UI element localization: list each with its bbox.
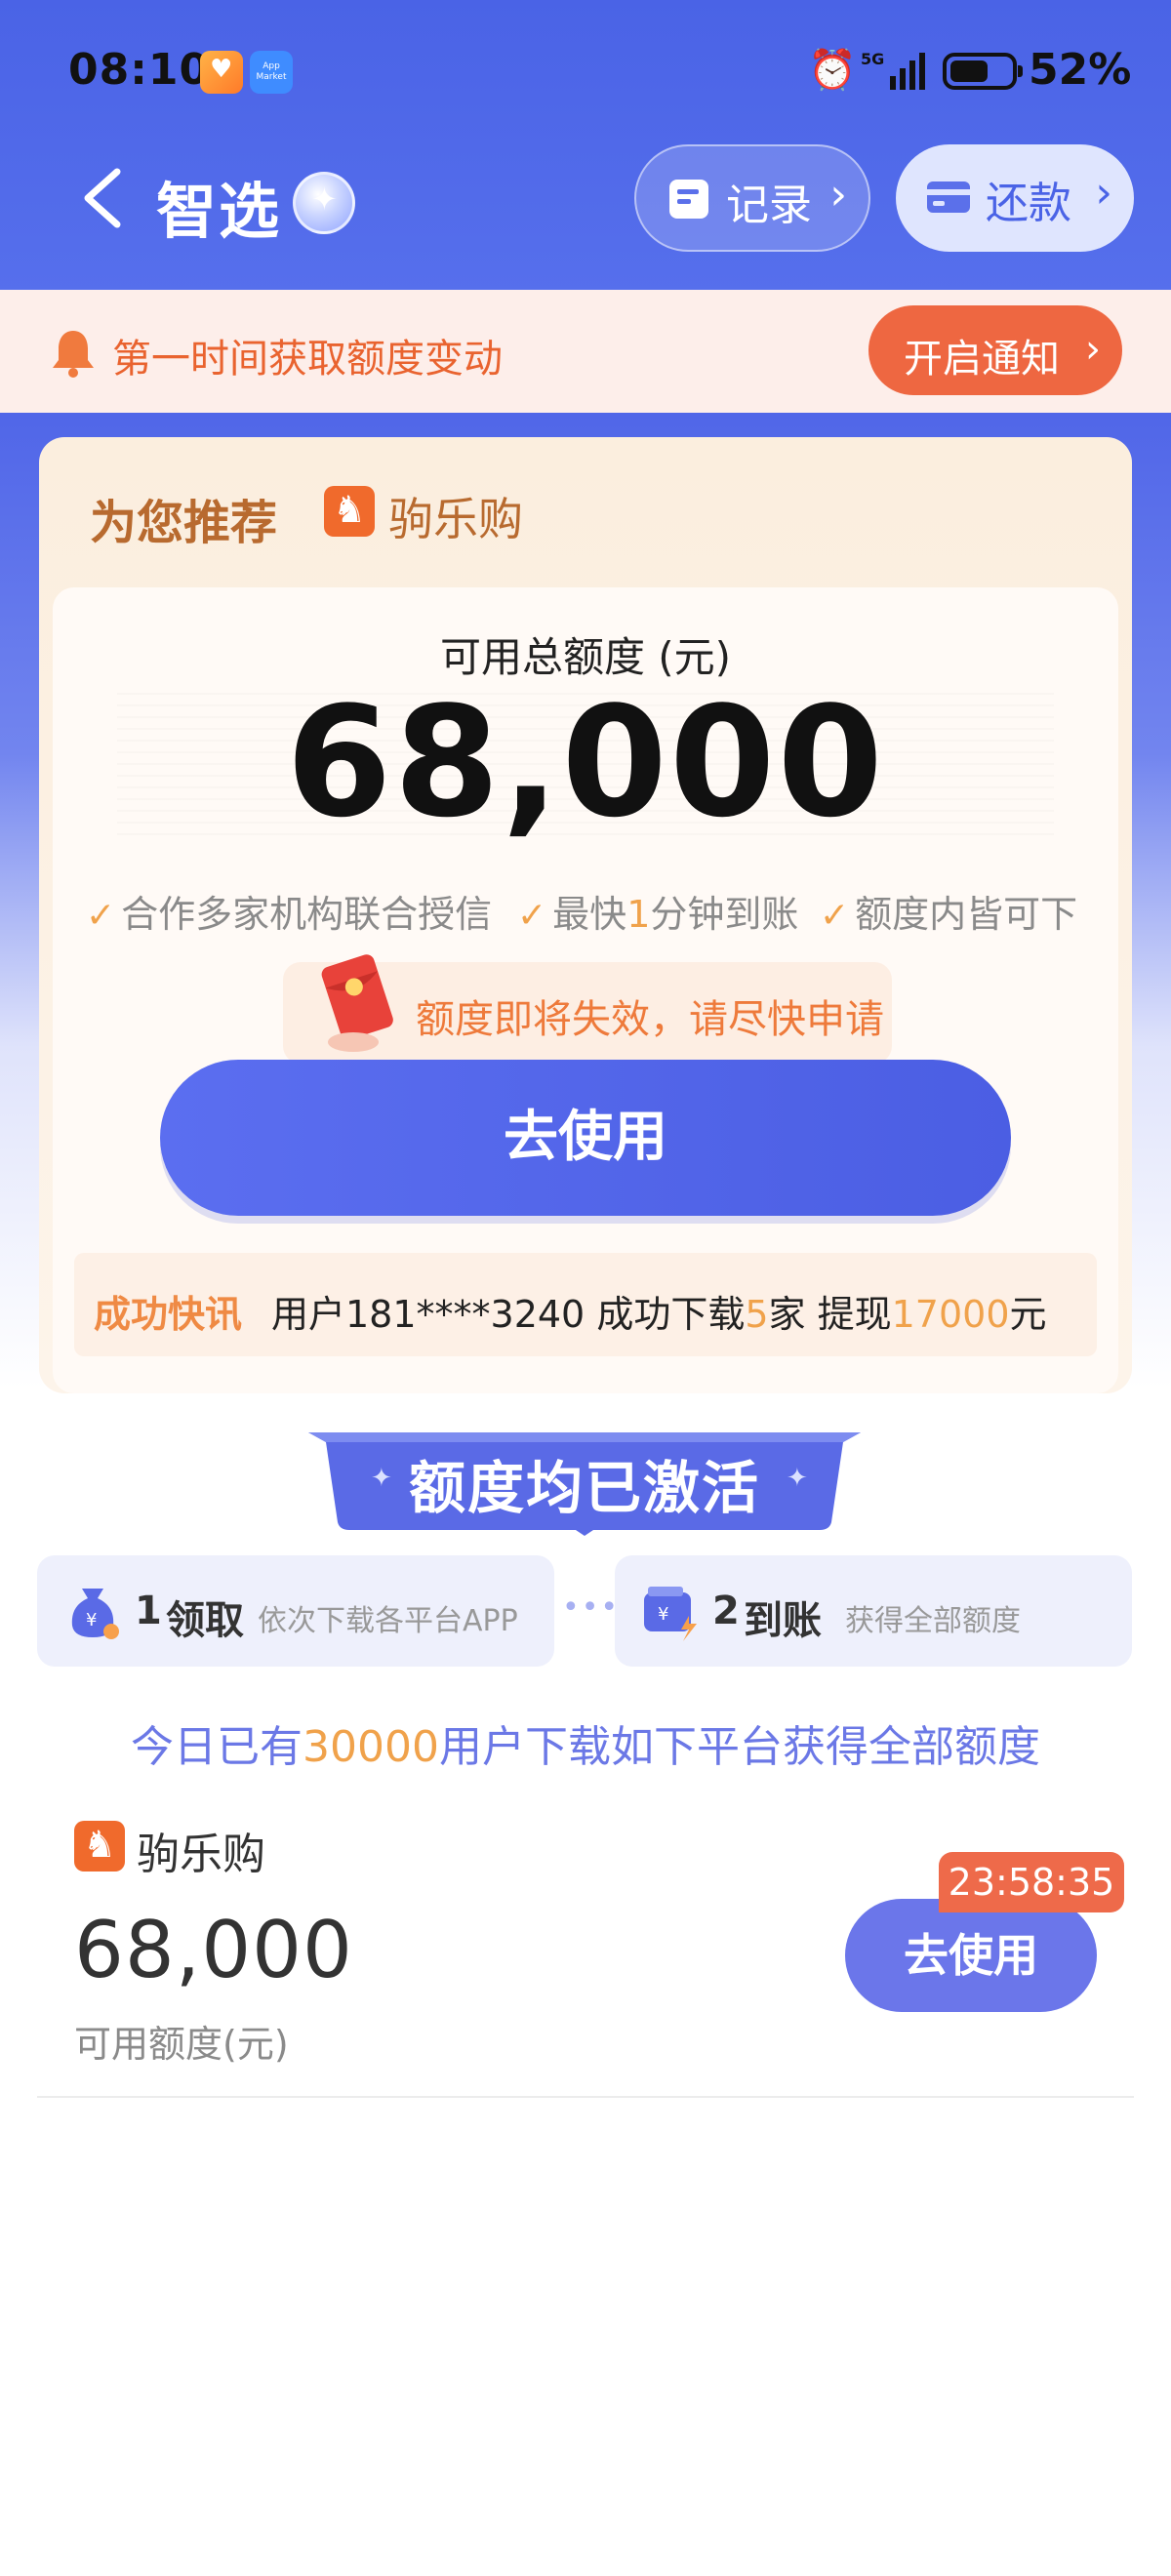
- activated-title: 额度均已激活: [408, 1455, 760, 1521]
- step-connector: •••: [562, 1590, 621, 1625]
- nav-bar: 智选 记录 › 还款 ›: [0, 144, 1171, 252]
- svg-text:¥: ¥: [658, 1604, 668, 1625]
- product-logo-icon: [74, 1821, 125, 1872]
- step-number: 2: [712, 1589, 740, 1633]
- page-title: 智选: [156, 176, 282, 247]
- repay-label: 还款: [986, 179, 1071, 228]
- bell-icon: [53, 331, 94, 378]
- feature-item: ✓ 合作多家机构联合授信: [86, 884, 492, 938]
- step-arrive: ¥ 2 到账 获得全部额度: [615, 1555, 1132, 1667]
- enable-notification-label: 开启通知: [904, 337, 1060, 382]
- signal-5g-icon: 5G: [861, 50, 925, 90]
- chevron-right-icon: ›: [1095, 168, 1112, 218]
- back-arrow-icon[interactable]: [76, 166, 131, 230]
- product-amount-label: 可用额度(元): [74, 2023, 289, 2066]
- news-part: 元: [1009, 1293, 1047, 1336]
- step-name: 领取: [166, 1598, 244, 1643]
- recommend-title: 为您推荐: [90, 496, 278, 550]
- sparkle-icon: [293, 172, 355, 234]
- feature-text: 分钟到账: [650, 893, 799, 936]
- check-icon: ✓: [820, 896, 850, 936]
- check-icon: ✓: [517, 896, 547, 936]
- divider: [37, 2096, 1134, 2098]
- today-text: 用户下载如下平台获得全部额度: [438, 1722, 1040, 1772]
- feature-item: ✓ 最快1分钟到账: [517, 884, 798, 938]
- news-title: 成功快讯: [94, 1293, 243, 1336]
- status-time: 08:10: [68, 45, 211, 95]
- step-number: 1: [135, 1589, 162, 1633]
- wallet-icon: ¥: [644, 1587, 697, 1641]
- card-icon: [927, 181, 970, 213]
- network-label: 5G: [861, 50, 884, 68]
- money-bag-icon: ¥: [71, 1589, 119, 1639]
- feature-text: 额度内皆可下: [855, 893, 1078, 936]
- feature-highlight: 1: [626, 893, 651, 936]
- today-text: 今日已有: [131, 1722, 303, 1772]
- countdown-badge: 23:58:35: [939, 1852, 1124, 1912]
- product-amount: 68,000: [74, 1905, 353, 1995]
- check-icon: ✓: [86, 896, 116, 936]
- step-name: 到账: [744, 1598, 822, 1643]
- red-packet-icon: [321, 954, 393, 1052]
- svg-text:¥: ¥: [86, 1610, 97, 1630]
- chevron-right-icon: ›: [1085, 327, 1101, 372]
- repay-button[interactable]: 还款 ›: [896, 144, 1134, 252]
- heart-app-icon: [200, 51, 243, 94]
- record-label: 记录: [726, 181, 812, 230]
- product-use-button[interactable]: 去使用: [845, 1899, 1097, 2012]
- today-count: 30000: [303, 1722, 439, 1772]
- news-part: 用户181****3240 成功下载: [271, 1293, 746, 1336]
- news-highlight: 5: [745, 1293, 769, 1336]
- notification-text: 第一时间获取额度变动: [112, 337, 503, 382]
- credit-total-amount: 68,000: [286, 673, 885, 851]
- brand-name: 驹乐购: [388, 493, 523, 545]
- chevron-right-icon: ›: [829, 170, 847, 220]
- news-highlight: 17000: [891, 1293, 1010, 1336]
- product-name: 驹乐购: [137, 1830, 265, 1879]
- feature-item: ✓ 额度内皆可下: [820, 884, 1077, 938]
- notification-banner: 第一时间获取额度变动 开启通知 ›: [0, 290, 1171, 413]
- app-market-icon: App Market: [250, 51, 293, 94]
- app-market-icon-label: App Market: [256, 61, 287, 82]
- news-text: 用户181****3240 成功下载5家 提现17000元: [271, 1284, 1047, 1338]
- step-receive: ¥ 1 领取 依次下载各平台APP: [37, 1555, 554, 1667]
- status-bar: 08:10 App Market ⏰ 5G 52%: [0, 39, 1171, 107]
- step-desc: 依次下载各平台APP: [258, 1604, 518, 1638]
- use-credit-button[interactable]: 去使用: [160, 1060, 1011, 1216]
- battery-icon: [943, 53, 1023, 90]
- enable-notification-button[interactable]: 开启通知 ›: [868, 305, 1122, 395]
- feature-text: 合作多家机构联合授信: [121, 893, 493, 936]
- expiry-warning-text: 额度即将失效，请尽快申请: [416, 997, 884, 1042]
- alarm-icon: ⏰: [808, 48, 857, 93]
- news-part: 家 提现: [768, 1293, 892, 1336]
- brand-logo-icon: [324, 486, 375, 537]
- record-button[interactable]: 记录 ›: [634, 144, 870, 252]
- feature-text: 最快: [552, 893, 627, 936]
- today-downloads-text: 今日已有30000用户下载如下平台获得全部额度: [0, 1711, 1171, 1774]
- record-icon: [669, 180, 708, 219]
- step-desc: 获得全部额度: [845, 1604, 1021, 1638]
- battery-percent: 52%: [1029, 45, 1132, 95]
